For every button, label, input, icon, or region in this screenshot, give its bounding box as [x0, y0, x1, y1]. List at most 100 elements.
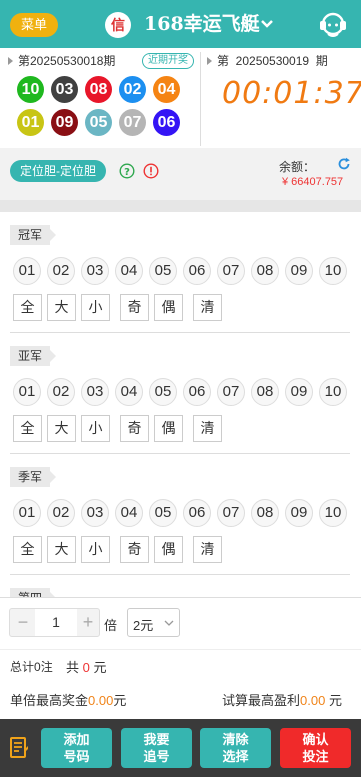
number-button[interactable]: 06: [183, 378, 211, 406]
quick-select-button[interactable]: 小: [81, 536, 110, 563]
previous-issue: 第20250530018期: [18, 54, 116, 68]
quick-select-button[interactable]: 清: [193, 536, 222, 563]
quick-select-button[interactable]: 大: [47, 294, 76, 321]
number-button[interactable]: 10: [319, 378, 347, 406]
play-mode-selector[interactable]: 定位胆-定位胆: [10, 160, 106, 182]
number-button[interactable]: 02: [47, 257, 75, 285]
number-button[interactable]: 05: [149, 378, 177, 406]
clear-selection-button[interactable]: 清除 选择: [200, 728, 271, 768]
note-icon[interactable]: [9, 736, 29, 760]
quick-select-button[interactable]: 清: [193, 415, 222, 442]
number-button[interactable]: 06: [183, 499, 211, 527]
action-bar: 添加 号码 我要 追号 清除 选择 确认 投注: [0, 719, 361, 777]
quick-select-button[interactable]: 奇: [120, 415, 149, 442]
multiplier-stepper: − 1 +: [9, 608, 100, 637]
quick-select-button[interactable]: 大: [47, 536, 76, 563]
number-button[interactable]: 05: [149, 499, 177, 527]
number-button[interactable]: 03: [81, 378, 109, 406]
result-ball: 04: [153, 76, 180, 103]
number-button[interactable]: 03: [81, 499, 109, 527]
number-button[interactable]: 05: [149, 257, 177, 285]
number-button[interactable]: 07: [217, 257, 245, 285]
number-button[interactable]: 09: [285, 499, 313, 527]
section-divider: [10, 332, 350, 333]
unit-value: 2元: [133, 618, 154, 633]
position-label: 季军: [10, 467, 56, 487]
brand-badge: 信: [105, 12, 131, 38]
number-button[interactable]: 01: [13, 378, 41, 406]
quick-select-button[interactable]: 全: [13, 536, 42, 563]
number-button[interactable]: 08: [251, 499, 279, 527]
number-button[interactable]: 04: [115, 499, 143, 527]
position-section: 季军 01 02 03 04 05 06 07 08 09 10 全大小奇偶清: [0, 467, 361, 588]
number-button[interactable]: 01: [13, 499, 41, 527]
quick-select-button[interactable]: 偶: [154, 415, 183, 442]
number-button[interactable]: 04: [115, 378, 143, 406]
refresh-icon[interactable]: [337, 157, 351, 171]
balance-value: ¥ 66407.757: [282, 176, 344, 188]
quick-select-button[interactable]: 全: [13, 415, 42, 442]
unit-select[interactable]: 2元: [127, 608, 180, 637]
number-button[interactable]: 07: [217, 499, 245, 527]
result-ball: 03: [51, 76, 78, 103]
multiplier-bar: − 1 + 倍 2元: [0, 597, 361, 649]
section-divider: [10, 574, 350, 575]
quick-select-button[interactable]: 偶: [154, 536, 183, 563]
result-ball: 06: [153, 109, 180, 136]
number-button[interactable]: 09: [285, 378, 313, 406]
number-button[interactable]: 04: [115, 257, 143, 285]
number-button[interactable]: 10: [319, 499, 347, 527]
max-prize: 单倍最高奖金0.00元: [10, 693, 127, 708]
recent-results-button[interactable]: 近期开奖: [142, 53, 194, 69]
section-divider: [10, 453, 350, 454]
quick-select-button[interactable]: 奇: [120, 536, 149, 563]
countdown-timer: 00:01:37: [222, 76, 361, 111]
number-button[interactable]: 07: [217, 378, 245, 406]
number-button[interactable]: 01: [13, 257, 41, 285]
caret-right-icon: [8, 57, 13, 65]
number-button[interactable]: 08: [251, 378, 279, 406]
increase-button[interactable]: +: [77, 609, 99, 636]
chevron-down-icon[interactable]: [259, 13, 275, 35]
add-numbers-button[interactable]: 添加 号码: [41, 728, 112, 768]
multiplier-label: 倍: [104, 618, 118, 633]
result-ball: 07: [119, 109, 146, 136]
quick-select-button[interactable]: 偶: [154, 294, 183, 321]
bet-count: 总计0注: [10, 660, 53, 674]
totals-panel: 总计0注 共 0 元 单倍最高奖金0.00元 试算最高盈利0.00 元: [0, 649, 361, 719]
confirm-bet-button[interactable]: 确认 投注: [280, 728, 351, 768]
menu-button[interactable]: 菜单: [10, 13, 58, 37]
chevron-down-icon: [164, 620, 174, 626]
multiplier-input[interactable]: 1: [35, 609, 77, 636]
quick-select-button[interactable]: 全: [13, 294, 42, 321]
chase-number-button[interactable]: 我要 追号: [121, 728, 192, 768]
bet-area[interactable]: 冠军 01 02 03 04 05 06 07 08 09 10 全大小奇偶清亚军 01 02 03 04 05…: [0, 212, 361, 597]
decrease-button[interactable]: −: [11, 609, 35, 636]
mode-bar: 定位胆-定位胆 ? 余额： ¥ 66407.757: [0, 148, 361, 200]
quick-select-button[interactable]: 大: [47, 415, 76, 442]
number-button[interactable]: 09: [285, 257, 313, 285]
result-ball: 01: [17, 109, 44, 136]
lottery-title[interactable]: 168幸运飞艇: [144, 11, 260, 37]
bet-total: 共 0 元: [66, 660, 107, 675]
position-section: 第四01020304050607080910全大小奇偶清: [0, 588, 361, 597]
quick-select-button[interactable]: 小: [81, 294, 110, 321]
quick-select-button[interactable]: 小: [81, 415, 110, 442]
customer-service-icon[interactable]: [317, 10, 349, 40]
number-button[interactable]: 02: [47, 499, 75, 527]
quick-select-button[interactable]: 清: [193, 294, 222, 321]
result-ball: 10: [17, 76, 44, 103]
app-header: 菜单 信 168幸运飞艇: [0, 0, 361, 48]
current-issue: 第 20250530019 期: [217, 54, 328, 68]
warning-icon[interactable]: [143, 163, 159, 179]
number-button[interactable]: 03: [81, 257, 109, 285]
quick-select-button[interactable]: 奇: [120, 294, 149, 321]
number-button[interactable]: 10: [319, 257, 347, 285]
help-icon[interactable]: ?: [119, 163, 135, 179]
number-button[interactable]: 06: [183, 257, 211, 285]
result-ball: 02: [119, 76, 146, 103]
number-button[interactable]: 02: [47, 378, 75, 406]
position-label: 亚军: [10, 346, 56, 366]
number-button[interactable]: 08: [251, 257, 279, 285]
section-separator: [0, 200, 361, 212]
